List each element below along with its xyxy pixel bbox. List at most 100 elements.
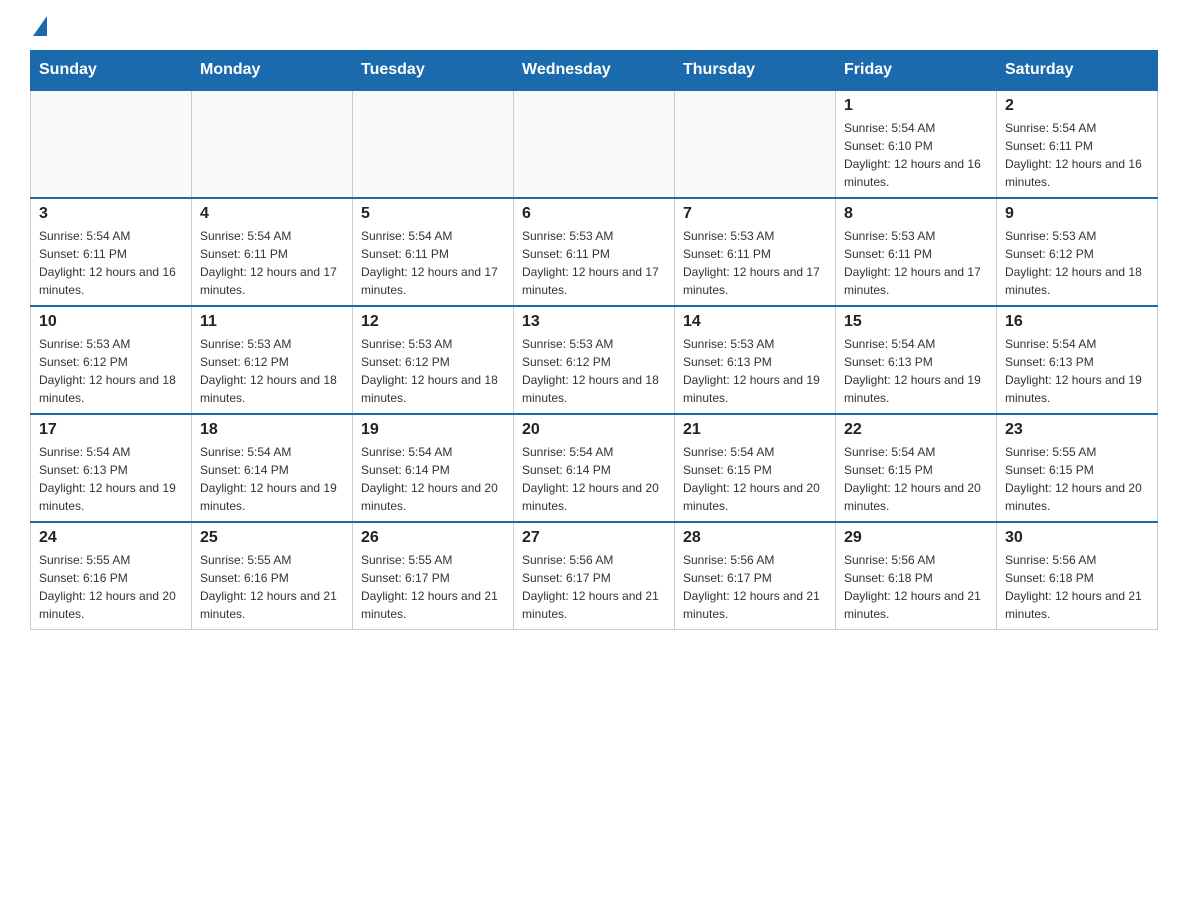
calendar-day-cell: 28 Sunrise: 5:56 AMSunset: 6:17 PMDayligh… — [675, 522, 836, 630]
calendar-week-row: 10 Sunrise: 5:53 AMSunset: 6:12 PMDayligh… — [31, 306, 1158, 414]
day-number: 11 — [200, 313, 344, 331]
day-number: 2 — [1005, 97, 1149, 115]
day-number: 10 — [39, 313, 183, 331]
logo-arrow-icon — [33, 16, 47, 36]
calendar-day-cell: 14 Sunrise: 5:53 AMSunset: 6:13 PMDayligh… — [675, 306, 836, 414]
day-info: Sunrise: 5:54 AMSunset: 6:15 PMDaylight:… — [844, 443, 988, 515]
day-info: Sunrise: 5:55 AMSunset: 6:15 PMDaylight:… — [1005, 443, 1149, 515]
day-number: 16 — [1005, 313, 1149, 331]
day-info: Sunrise: 5:53 AMSunset: 6:12 PMDaylight:… — [200, 335, 344, 407]
day-info: Sunrise: 5:54 AMSunset: 6:13 PMDaylight:… — [1005, 335, 1149, 407]
day-info: Sunrise: 5:53 AMSunset: 6:12 PMDaylight:… — [1005, 227, 1149, 299]
calendar-day-cell: 23Sunrise: 5:55 AMSunset: 6:15 PMDayligh… — [997, 414, 1158, 522]
calendar-day-cell: 19Sunrise: 5:54 AMSunset: 6:14 PMDayligh… — [353, 414, 514, 522]
day-number: 9 — [1005, 205, 1149, 223]
day-number: 30 — [1005, 529, 1149, 547]
day-info: Sunrise: 5:54 AMSunset: 6:11 PMDaylight:… — [39, 227, 183, 299]
day-info: Sunrise: 5:54 AMSunset: 6:11 PMDaylight:… — [200, 227, 344, 299]
calendar-day-cell: 5 Sunrise: 5:54 AMSunset: 6:11 PMDaylight… — [353, 198, 514, 306]
day-number: 12 — [361, 313, 505, 331]
day-number: 25 — [200, 529, 344, 547]
calendar-day-cell: 27 Sunrise: 5:56 AMSunset: 6:17 PMDayligh… — [514, 522, 675, 630]
weekday-header-thursday: Thursday — [675, 51, 836, 91]
calendar-table: SundayMondayTuesdayWednesdayThursdayFrid… — [30, 50, 1158, 630]
calendar-day-cell: 1 Sunrise: 5:54 AMSunset: 6:10 PMDaylight… — [836, 90, 997, 198]
calendar-day-cell — [353, 90, 514, 198]
calendar-day-cell: 26Sunrise: 5:55 AMSunset: 6:17 PMDayligh… — [353, 522, 514, 630]
calendar-day-cell: 30Sunrise: 5:56 AMSunset: 6:18 PMDayligh… — [997, 522, 1158, 630]
day-number: 7 — [683, 205, 827, 223]
day-info: Sunrise: 5:54 AMSunset: 6:11 PMDaylight:… — [1005, 119, 1149, 191]
day-info: Sunrise: 5:54 AMSunset: 6:11 PMDaylight:… — [361, 227, 505, 299]
day-info: Sunrise: 5:53 AMSunset: 6:11 PMDaylight:… — [522, 227, 666, 299]
day-number: 27 — [522, 529, 666, 547]
day-info: Sunrise: 5:55 AMSunset: 6:16 PMDaylight:… — [200, 551, 344, 623]
day-number: 14 — [683, 313, 827, 331]
calendar-day-cell: 29 Sunrise: 5:56 AMSunset: 6:18 PMDayligh… — [836, 522, 997, 630]
calendar-day-cell: 20 Sunrise: 5:54 AMSunset: 6:14 PMDayligh… — [514, 414, 675, 522]
calendar-day-cell: 21 Sunrise: 5:54 AMSunset: 6:15 PMDayligh… — [675, 414, 836, 522]
day-number: 29 — [844, 529, 988, 547]
calendar-day-cell: 17 Sunrise: 5:54 AMSunset: 6:13 PMDayligh… — [31, 414, 192, 522]
calendar-day-cell: 22 Sunrise: 5:54 AMSunset: 6:15 PMDayligh… — [836, 414, 997, 522]
weekday-header-row: SundayMondayTuesdayWednesdayThursdayFrid… — [31, 51, 1158, 91]
day-info: Sunrise: 5:54 AMSunset: 6:15 PMDaylight:… — [683, 443, 827, 515]
day-number: 26 — [361, 529, 505, 547]
weekday-header-saturday: Saturday — [997, 51, 1158, 91]
page-header — [30, 20, 1158, 40]
calendar-day-cell: 10 Sunrise: 5:53 AMSunset: 6:12 PMDayligh… — [31, 306, 192, 414]
day-info: Sunrise: 5:53 AMSunset: 6:12 PMDaylight:… — [522, 335, 666, 407]
day-number: 21 — [683, 421, 827, 439]
calendar-day-cell: 12 Sunrise: 5:53 AMSunset: 6:12 PMDayligh… — [353, 306, 514, 414]
day-info: Sunrise: 5:53 AMSunset: 6:12 PMDaylight:… — [39, 335, 183, 407]
weekday-header-sunday: Sunday — [31, 51, 192, 91]
calendar-day-cell — [675, 90, 836, 198]
day-info: Sunrise: 5:54 AMSunset: 6:14 PMDaylight:… — [361, 443, 505, 515]
calendar-week-row: 1 Sunrise: 5:54 AMSunset: 6:10 PMDaylight… — [31, 90, 1158, 198]
day-number: 22 — [844, 421, 988, 439]
day-info: Sunrise: 5:54 AMSunset: 6:13 PMDaylight:… — [39, 443, 183, 515]
day-number: 4 — [200, 205, 344, 223]
day-number: 8 — [844, 205, 988, 223]
day-info: Sunrise: 5:56 AMSunset: 6:18 PMDaylight:… — [844, 551, 988, 623]
weekday-header-wednesday: Wednesday — [514, 51, 675, 91]
day-info: Sunrise: 5:54 AMSunset: 6:14 PMDaylight:… — [522, 443, 666, 515]
calendar-day-cell: 24Sunrise: 5:55 AMSunset: 6:16 PMDayligh… — [31, 522, 192, 630]
day-number: 28 — [683, 529, 827, 547]
day-info: Sunrise: 5:53 AMSunset: 6:11 PMDaylight:… — [683, 227, 827, 299]
calendar-day-cell: 25 Sunrise: 5:55 AMSunset: 6:16 PMDayligh… — [192, 522, 353, 630]
calendar-day-cell — [192, 90, 353, 198]
day-number: 20 — [522, 421, 666, 439]
calendar-day-cell: 11 Sunrise: 5:53 AMSunset: 6:12 PMDayligh… — [192, 306, 353, 414]
day-info: Sunrise: 5:56 AMSunset: 6:17 PMDaylight:… — [683, 551, 827, 623]
calendar-day-cell: 3 Sunrise: 5:54 AMSunset: 6:11 PMDaylight… — [31, 198, 192, 306]
calendar-day-cell: 7 Sunrise: 5:53 AMSunset: 6:11 PMDaylight… — [675, 198, 836, 306]
calendar-day-cell: 18Sunrise: 5:54 AMSunset: 6:14 PMDayligh… — [192, 414, 353, 522]
calendar-day-cell: 4 Sunrise: 5:54 AMSunset: 6:11 PMDaylight… — [192, 198, 353, 306]
day-number: 3 — [39, 205, 183, 223]
calendar-week-row: 17 Sunrise: 5:54 AMSunset: 6:13 PMDayligh… — [31, 414, 1158, 522]
weekday-header-tuesday: Tuesday — [353, 51, 514, 91]
day-number: 5 — [361, 205, 505, 223]
calendar-day-cell: 15Sunrise: 5:54 AMSunset: 6:13 PMDayligh… — [836, 306, 997, 414]
calendar-day-cell: 8 Sunrise: 5:53 AMSunset: 6:11 PMDaylight… — [836, 198, 997, 306]
calendar-day-cell: 9 Sunrise: 5:53 AMSunset: 6:12 PMDaylight… — [997, 198, 1158, 306]
day-info: Sunrise: 5:56 AMSunset: 6:17 PMDaylight:… — [522, 551, 666, 623]
day-number: 1 — [844, 97, 988, 115]
weekday-header-friday: Friday — [836, 51, 997, 91]
day-info: Sunrise: 5:53 AMSunset: 6:12 PMDaylight:… — [361, 335, 505, 407]
day-info: Sunrise: 5:53 AMSunset: 6:13 PMDaylight:… — [683, 335, 827, 407]
calendar-day-cell: 2 Sunrise: 5:54 AMSunset: 6:11 PMDaylight… — [997, 90, 1158, 198]
logo — [30, 20, 47, 40]
day-number: 6 — [522, 205, 666, 223]
day-number: 18 — [200, 421, 344, 439]
day-info: Sunrise: 5:54 AMSunset: 6:10 PMDaylight:… — [844, 119, 988, 191]
day-number: 13 — [522, 313, 666, 331]
day-number: 17 — [39, 421, 183, 439]
day-info: Sunrise: 5:55 AMSunset: 6:16 PMDaylight:… — [39, 551, 183, 623]
weekday-header-monday: Monday — [192, 51, 353, 91]
calendar-day-cell: 16 Sunrise: 5:54 AMSunset: 6:13 PMDayligh… — [997, 306, 1158, 414]
calendar-day-cell: 6 Sunrise: 5:53 AMSunset: 6:11 PMDaylight… — [514, 198, 675, 306]
calendar-week-row: 3 Sunrise: 5:54 AMSunset: 6:11 PMDaylight… — [31, 198, 1158, 306]
day-info: Sunrise: 5:53 AMSunset: 6:11 PMDaylight:… — [844, 227, 988, 299]
